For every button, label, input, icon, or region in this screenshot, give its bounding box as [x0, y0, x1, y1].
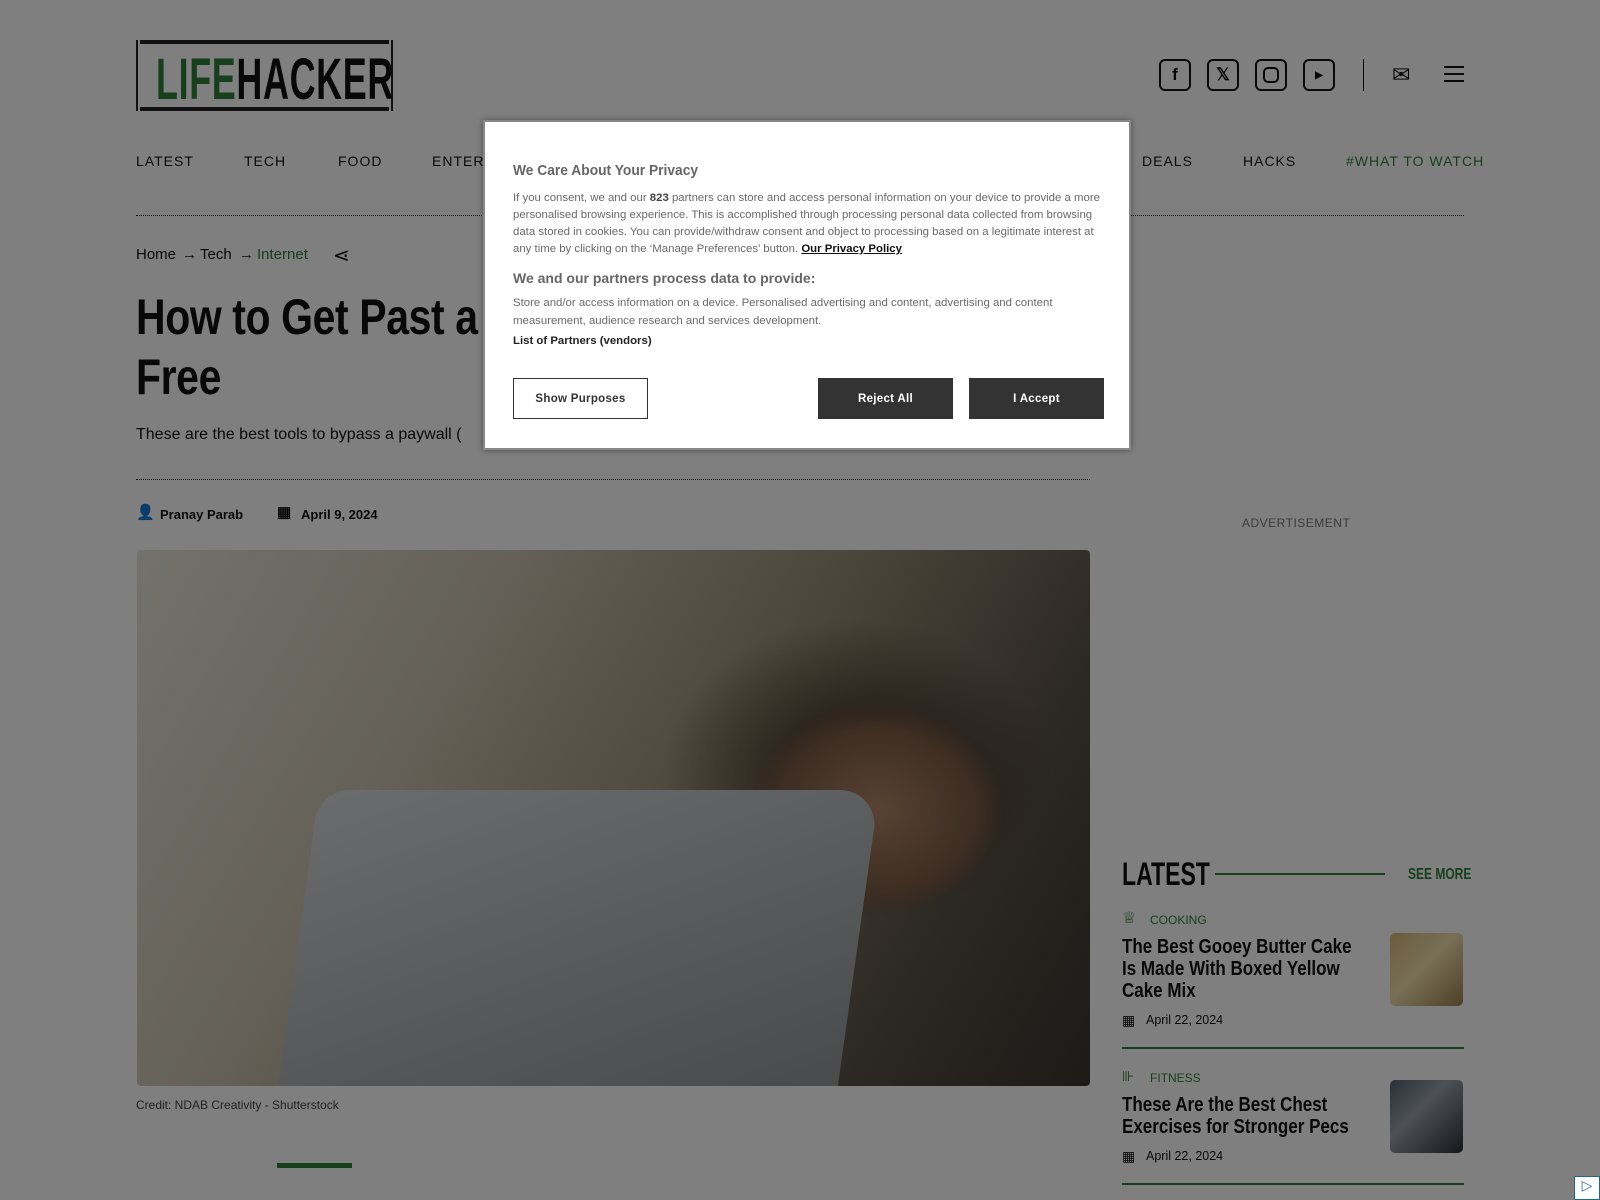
- consent-purposes: Store and/or access information on a dev…: [513, 297, 1053, 327]
- privacy-consent-dialog: We Care About Your Privacy If you consen…: [483, 120, 1131, 450]
- show-purposes-button[interactable]: Show Purposes: [513, 378, 648, 419]
- partners-count: 823: [649, 192, 669, 204]
- partners-list-link[interactable]: List of Partners (vendors): [513, 335, 652, 347]
- consent-subtitle: We and our partners process data to prov…: [513, 270, 816, 286]
- consent-title: We Care About Your Privacy: [513, 162, 699, 179]
- adchoices-icon[interactable]: ▷: [1574, 1176, 1600, 1200]
- accept-button[interactable]: I Accept: [969, 378, 1104, 419]
- reject-all-button[interactable]: Reject All: [818, 378, 953, 419]
- privacy-policy-link[interactable]: Our Privacy Policy: [801, 243, 902, 255]
- consent-body: If you consent, we and our 823 partners …: [513, 192, 1100, 255]
